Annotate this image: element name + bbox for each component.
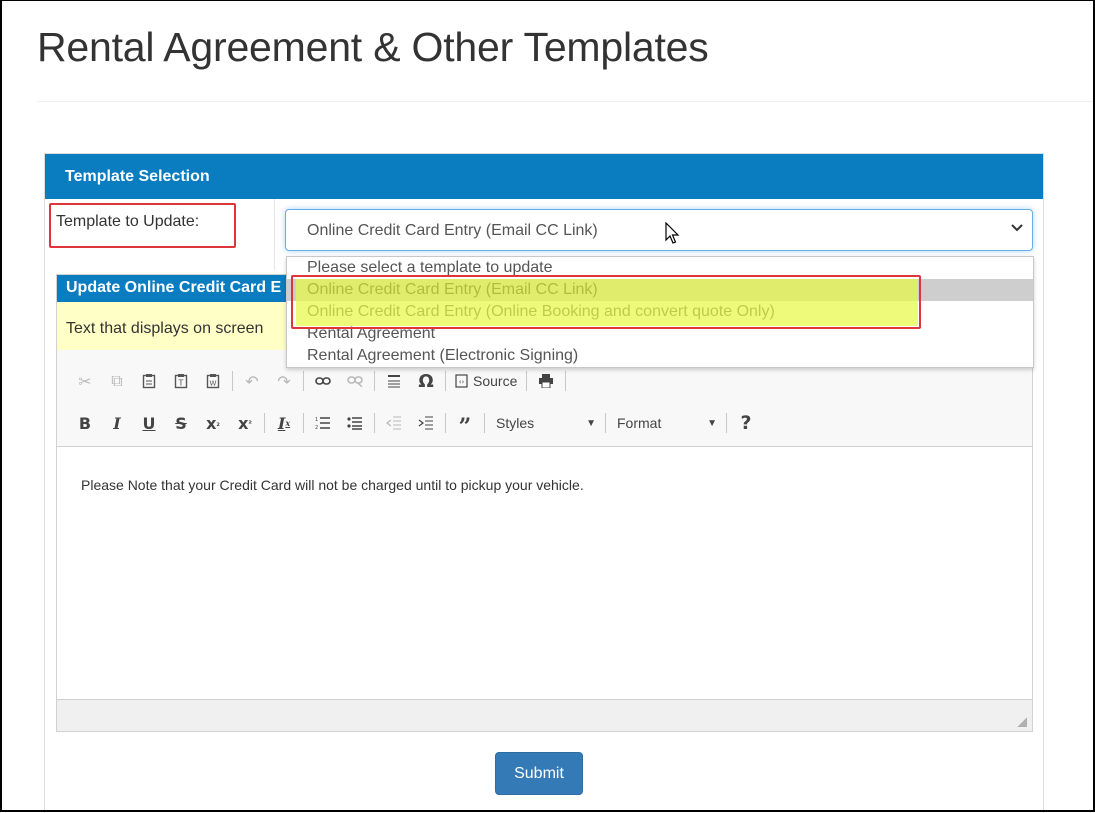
italic-button[interactable]: I (101, 409, 133, 437)
cut-icon[interactable]: ✂ (69, 367, 101, 395)
format-label: Format (617, 415, 662, 431)
panel-heading: Template Selection (45, 154, 1043, 199)
remove-format-mark: x (285, 418, 291, 428)
styles-dropdown[interactable]: Styles ▼ (488, 409, 602, 437)
editor-content: Please Note that your Credit Card will n… (81, 477, 584, 493)
svg-text:W: W (210, 380, 217, 388)
redo-icon[interactable]: ↷ (268, 367, 300, 395)
mouse-cursor-icon (665, 221, 681, 251)
numbered-list-icon[interactable]: 12 (307, 409, 339, 437)
toolbar-separator (526, 371, 528, 391)
superscript-letter: x (238, 413, 249, 433)
unlink-icon[interactable] (339, 367, 371, 395)
toolbar-separator (264, 413, 265, 433)
dropdown-arrow-icon: ▼ (707, 417, 717, 429)
subscript-mark: ₂ (216, 418, 220, 428)
page-title: Rental Agreement & Other Templates (37, 24, 709, 70)
svg-text:‹›: ‹› (459, 378, 465, 386)
styles-label: Styles (496, 415, 535, 431)
paste-text-icon[interactable]: T (165, 367, 197, 395)
print-icon[interactable] (530, 367, 562, 395)
help-button[interactable]: ? (730, 409, 762, 437)
source-label: Source (473, 373, 518, 389)
options-highlight-box (291, 275, 921, 329)
editor-content-area[interactable]: Please Note that your Credit Card will n… (57, 447, 1032, 699)
link-icon[interactable] (307, 367, 339, 395)
toolbar-separator (374, 413, 375, 433)
toolbar-row-2: B I U S x₂ x² Ix 12 ” Styles ▼ Format ▼ … (69, 408, 762, 438)
remove-format-button[interactable]: Ix (268, 409, 300, 437)
source-icon: ‹› (455, 374, 468, 388)
paste-word-icon[interactable]: W (197, 367, 229, 395)
title-divider (37, 101, 1093, 102)
underline-button[interactable]: U (133, 409, 165, 437)
toolbar-separator (374, 371, 375, 391)
subscript-button[interactable]: x₂ (197, 409, 229, 437)
source-button[interactable]: ‹› Source (449, 367, 523, 395)
toolbar-separator (303, 371, 304, 391)
svg-text:T: T (178, 379, 184, 388)
template-select[interactable]: Online Credit Card Entry (Email CC Link) (285, 209, 1033, 251)
resize-handle-icon[interactable] (1017, 717, 1027, 727)
superscript-button[interactable]: x² (229, 409, 261, 437)
indent-icon[interactable] (410, 409, 442, 437)
toolbar-separator (565, 371, 567, 391)
toolbar-separator (484, 413, 485, 433)
outdent-icon[interactable] (378, 409, 410, 437)
chevron-down-icon (1010, 220, 1024, 237)
format-dropdown[interactable]: Format ▼ (609, 409, 723, 437)
bulleted-list-icon[interactable] (339, 409, 371, 437)
dropdown-option[interactable]: Rental Agreement (Electronic Signing) (287, 345, 1033, 367)
blockquote-icon[interactable]: ” (449, 409, 481, 438)
bold-button[interactable]: B (69, 409, 101, 437)
toolbar-separator (232, 371, 233, 391)
special-char-icon[interactable]: Ω (410, 367, 442, 395)
subscript-letter: x (206, 413, 217, 433)
toolbar-row-1: ✂ ⧉ T W ↶ ↷ Ω ‹› Source (69, 366, 569, 396)
copy-icon[interactable]: ⧉ (101, 367, 133, 395)
dropdown-arrow-icon: ▼ (586, 417, 596, 429)
superscript-mark: ² (248, 418, 252, 428)
horizontal-rule-icon[interactable] (378, 367, 410, 395)
toolbar-separator (445, 413, 446, 433)
svg-text:2: 2 (315, 425, 318, 430)
toolbar-separator (605, 413, 606, 433)
toolbar-separator (445, 371, 446, 391)
undo-icon[interactable]: ↶ (236, 367, 268, 395)
template-select-value: Online Credit Card Entry (Email CC Link) (307, 222, 598, 239)
strikethrough-button[interactable]: S (165, 409, 197, 437)
toolbar-separator (726, 413, 727, 433)
toolbar-separator (303, 413, 304, 433)
svg-text:1: 1 (315, 417, 318, 423)
paste-icon[interactable] (133, 367, 165, 395)
submit-button[interactable]: Submit (495, 752, 583, 795)
editor-footer (57, 699, 1032, 731)
label-highlight-box (49, 203, 236, 248)
